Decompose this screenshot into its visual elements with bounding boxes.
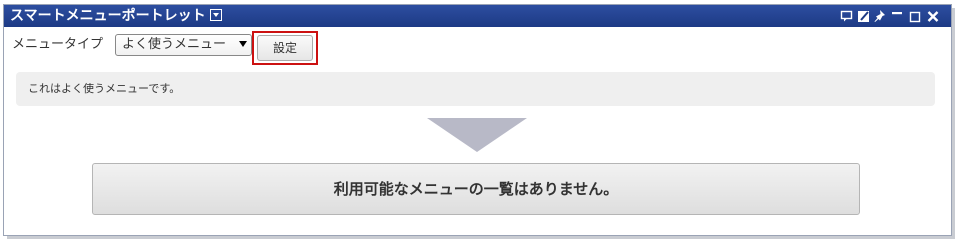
pin-icon[interactable] xyxy=(873,8,887,24)
menu-type-label: メニュータイプ xyxy=(12,37,104,52)
down-arrow-icon xyxy=(427,118,527,152)
close-icon[interactable] xyxy=(926,8,940,24)
menu-type-selected-value: よく使うメニュー xyxy=(122,37,227,52)
maximize-icon[interactable] xyxy=(908,8,922,24)
portlet-menu-dropdown-icon[interactable] xyxy=(210,9,222,21)
portlet-titlebar: スマートメニューポートレット xyxy=(4,5,951,27)
dropdown-arrow-icon xyxy=(239,41,247,47)
minimize-icon[interactable] xyxy=(890,8,904,24)
empty-menu-message: 利用可能なメニューの一覧はありません。 xyxy=(92,163,860,215)
menu-type-select[interactable]: よく使うメニュー xyxy=(115,34,252,56)
portlet-title: スマートメニューポートレット xyxy=(10,8,206,24)
menu-description: これはよく使うメニューです。 xyxy=(16,72,935,106)
comment-icon[interactable] xyxy=(840,8,854,24)
set-button[interactable]: 設定 xyxy=(257,35,313,61)
portlet-shadow-right xyxy=(952,8,955,239)
portlet-shadow-bottom xyxy=(7,236,955,239)
edit-icon[interactable] xyxy=(857,8,871,24)
